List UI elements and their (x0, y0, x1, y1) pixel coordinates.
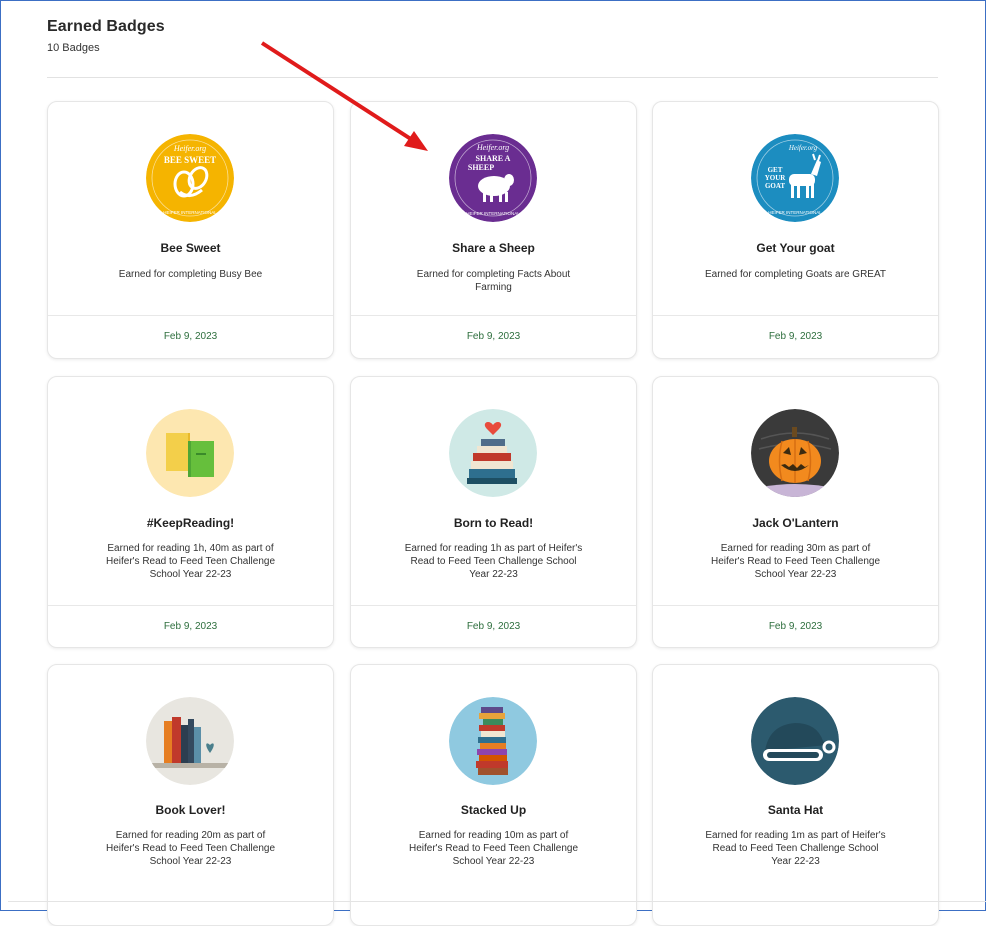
badge-description: Earned for reading 1h as part of Heifer'… (404, 543, 583, 580)
badge-description: Earned for reading 30m as part of Heifer… (710, 543, 881, 580)
badge-card-born-to-read[interactable]: Born to Read! Earned for reading 1h as p… (350, 376, 637, 648)
badge-title: Santa Hat (767, 803, 824, 817)
tall-book-stack-icon (449, 697, 537, 785)
badge-title: Stacked Up (460, 803, 527, 817)
card-divider (653, 605, 938, 606)
page-header: Earned Badges 10 Badges (47, 18, 165, 54)
badge-description: Earned for reading 1m as part of Heifer'… (705, 830, 886, 867)
badge-card-bee-sweet[interactable]: Heifer.org BEE SWEET HEIFER INTERNATIONA… (47, 101, 334, 359)
get-your-goat-badge-icon: Heifer.org GET YOUR GOAT HEIFER INTERNAT… (751, 134, 839, 222)
bee-sweet-badge-icon: Heifer.org BEE SWEET HEIFER INTERNATIONA… (146, 134, 234, 222)
card-divider (48, 605, 333, 606)
bookshelf-heart-icon (146, 697, 234, 785)
badge-title: Get Your goat (756, 241, 835, 255)
badge-card-get-your-goat[interactable]: Heifer.org GET YOUR GOAT HEIFER INTERNAT… (652, 101, 939, 359)
badge-title: Born to Read! (453, 516, 534, 530)
svg-text:Heifer.org: Heifer.org (173, 144, 206, 153)
badge-title: Book Lover! (155, 803, 226, 817)
card-divider (351, 315, 636, 316)
badge-earned-date: Feb 9, 2023 (768, 331, 823, 342)
santa-hat-icon (751, 697, 839, 785)
badge-description: Earned for completing Goats are GREAT (704, 269, 886, 280)
card-divider (48, 315, 333, 316)
badge-title: Jack O'Lantern (752, 516, 839, 530)
svg-text:YOUR: YOUR (765, 174, 787, 182)
page-title: Earned Badges (47, 18, 165, 35)
svg-text:Heifer.org: Heifer.org (476, 143, 509, 152)
badge-title: #KeepReading! (146, 516, 235, 530)
card-divider (653, 315, 938, 316)
svg-text:Heifer.org: Heifer.org (788, 144, 818, 152)
pumpkin-icon (751, 409, 839, 497)
svg-text:HEIFER INTERNATIONAL: HEIFER INTERNATIONAL (163, 210, 217, 215)
badge-card-jack-olantern[interactable]: Jack O'Lantern Earned for reading 30m as… (652, 376, 939, 648)
badge-description: Earned for completing Facts About Farmin… (416, 269, 571, 293)
badge-card-stacked-up[interactable]: Stacked Up Earned for reading 10m as par… (350, 664, 637, 926)
badge-description: Earned for reading 10m as part of Heifer… (408, 830, 579, 867)
badge-card-keep-reading[interactable]: #KeepReading! Earned for reading 1h, 40m… (47, 376, 334, 648)
badge-earned-date: Feb 9, 2023 (163, 621, 218, 632)
badge-card-share-a-sheep[interactable]: Heifer.org SHARE A SHEEP HEIFER INTERNAT… (350, 101, 637, 359)
badge-card-book-lover[interactable]: Book Lover! Earned for reading 20m as pa… (47, 664, 334, 926)
svg-text:HEIFER INTERNATIONAL: HEIFER INTERNATIONAL (768, 210, 822, 215)
svg-text:SHEEP: SHEEP (468, 163, 494, 172)
book-stack-heart-icon (449, 409, 537, 497)
svg-text:HEIFER INTERNATIONAL: HEIFER INTERNATIONAL (466, 211, 520, 216)
svg-text:BEE SWEET: BEE SWEET (164, 155, 216, 165)
svg-text:GOAT: GOAT (765, 182, 785, 190)
page-bottom-border (8, 901, 986, 902)
badge-title: Bee Sweet (160, 241, 221, 255)
svg-text:SHARE A: SHARE A (476, 154, 511, 163)
badge-card-santa-hat[interactable]: Santa Hat Earned for reading 1m as part … (652, 664, 939, 926)
badge-earned-date: Feb 9, 2023 (466, 621, 521, 632)
share-a-sheep-badge-icon: Heifer.org SHARE A SHEEP HEIFER INTERNAT… (449, 134, 537, 222)
badge-earned-date: Feb 9, 2023 (163, 331, 218, 342)
badge-earned-date: Feb 9, 2023 (466, 331, 521, 342)
green-books-icon (146, 409, 234, 497)
badge-earned-date: Feb 9, 2023 (768, 621, 823, 632)
badge-description: Earned for reading 1h, 40m as part of He… (105, 543, 276, 580)
badge-description: Earned for completing Busy Bee (118, 269, 263, 280)
badge-title: Share a Sheep (452, 241, 535, 255)
card-divider (351, 605, 636, 606)
badge-description: Earned for reading 20m as part of Heifer… (105, 830, 276, 867)
header-divider (47, 77, 938, 78)
badge-count: 10 Badges (47, 42, 100, 54)
svg-text:GET: GET (768, 166, 783, 174)
